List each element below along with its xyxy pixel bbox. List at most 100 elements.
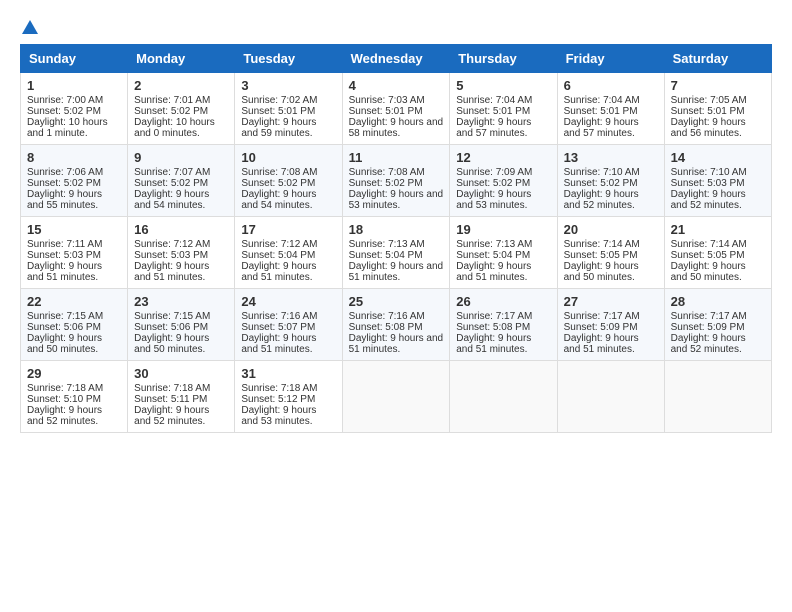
daylight: Daylight: 9 hours and 51 minutes. [456,333,531,355]
sunset: Sunset: 5:02 PM [134,106,208,117]
day-number: 8 [27,150,121,165]
sunset: Sunset: 5:01 PM [349,106,423,117]
sunset: Sunset: 5:02 PM [27,106,101,117]
day-number: 3 [241,78,335,93]
sunrise: Sunrise: 7:17 AM [564,311,640,322]
daylight: Daylight: 9 hours and 53 minutes. [349,189,444,211]
calendar-cell: 16Sunrise: 7:12 AMSunset: 5:03 PMDayligh… [128,217,235,289]
daylight: Daylight: 9 hours and 52 minutes. [134,405,209,427]
logo [20,20,38,34]
day-number: 2 [134,78,228,93]
sunrise: Sunrise: 7:15 AM [134,311,210,322]
sunrise: Sunrise: 7:07 AM [134,167,210,178]
sunset: Sunset: 5:10 PM [27,394,101,405]
day-number: 4 [349,78,444,93]
calendar-cell: 1 Sunrise: 7:00 AMSunset: 5:02 PMDaylight… [21,73,128,145]
daylight: Daylight: 9 hours and 51 minutes. [27,261,102,283]
sunset: Sunset: 5:02 PM [241,178,315,189]
calendar-cell: 30Sunrise: 7:18 AMSunset: 5:11 PMDayligh… [128,361,235,433]
calendar-cell: 7Sunrise: 7:05 AMSunset: 5:01 PMDaylight… [664,73,771,145]
calendar-cell [342,361,450,433]
day-number: 13 [564,150,658,165]
sunrise: Sunrise: 7:13 AM [456,239,532,250]
day-number: 17 [241,222,335,237]
sunset: Sunset: 5:01 PM [671,106,745,117]
day-number: 10 [241,150,335,165]
sunrise: Sunrise: 7:17 AM [456,311,532,322]
calendar-cell [664,361,771,433]
sunrise: Sunrise: 7:03 AM [349,95,425,106]
calendar-cell: 20Sunrise: 7:14 AMSunset: 5:05 PMDayligh… [557,217,664,289]
week-row-3: 15Sunrise: 7:11 AMSunset: 5:03 PMDayligh… [21,217,772,289]
sunset: Sunset: 5:02 PM [564,178,638,189]
calendar-cell: 8Sunrise: 7:06 AMSunset: 5:02 PMDaylight… [21,145,128,217]
sunrise: Sunrise: 7:00 AM [27,95,103,106]
sunset: Sunset: 5:11 PM [134,394,207,405]
day-number: 1 [27,78,121,93]
week-row-5: 29Sunrise: 7:18 AMSunset: 5:10 PMDayligh… [21,361,772,433]
sunrise: Sunrise: 7:10 AM [564,167,640,178]
daylight: Daylight: 10 hours and 0 minutes. [134,117,215,139]
calendar-cell: 13 Sunrise: 7:10 AMSunset: 5:02 PMDayligh… [557,145,664,217]
sunrise: Sunrise: 7:15 AM [27,311,103,322]
day-number: 16 [134,222,228,237]
col-header-wednesday: Wednesday [342,45,450,73]
daylight: Daylight: 9 hours and 54 minutes. [241,189,316,211]
sunrise: Sunrise: 7:10 AM [671,167,747,178]
day-number: 22 [27,294,121,309]
col-header-saturday: Saturday [664,45,771,73]
calendar-cell: 11Sunrise: 7:08 AMSunset: 5:02 PMDayligh… [342,145,450,217]
sunset: Sunset: 5:04 PM [456,250,530,261]
sunset: Sunset: 5:03 PM [671,178,745,189]
day-number: 23 [134,294,228,309]
calendar-cell [450,361,557,433]
sunset: Sunset: 5:02 PM [27,178,101,189]
sunset: Sunset: 5:02 PM [349,178,423,189]
sunrise: Sunrise: 7:11 AM [27,239,102,250]
day-number: 18 [349,222,444,237]
sunrise: Sunrise: 7:01 AM [134,95,210,106]
sunset: Sunset: 5:02 PM [134,178,208,189]
sunrise: Sunrise: 7:12 AM [241,239,317,250]
daylight: Daylight: 9 hours and 50 minutes. [134,333,209,355]
day-number: 9 [134,150,228,165]
sunset: Sunset: 5:03 PM [134,250,208,261]
daylight: Daylight: 9 hours and 51 minutes. [134,261,209,283]
sunset: Sunset: 5:09 PM [671,322,745,333]
daylight: Daylight: 9 hours and 58 minutes. [349,117,444,139]
sunrise: Sunrise: 7:13 AM [349,239,425,250]
sunrise: Sunrise: 7:02 AM [241,95,317,106]
daylight: Daylight: 9 hours and 52 minutes. [27,405,102,427]
day-number: 26 [456,294,550,309]
sunrise: Sunrise: 7:16 AM [349,311,425,322]
calendar-cell: 18Sunrise: 7:13 AMSunset: 5:04 PMDayligh… [342,217,450,289]
calendar-cell: 31Sunrise: 7:18 AMSunset: 5:12 PMDayligh… [235,361,342,433]
sunrise: Sunrise: 7:04 AM [564,95,640,106]
day-number: 11 [349,150,444,165]
logo-triangle-icon [22,20,38,34]
daylight: Daylight: 9 hours and 52 minutes. [564,189,639,211]
calendar-cell: 21Sunrise: 7:14 AMSunset: 5:05 PMDayligh… [664,217,771,289]
sunset: Sunset: 5:06 PM [134,322,208,333]
col-header-sunday: Sunday [21,45,128,73]
day-number: 28 [671,294,765,309]
calendar-cell: 29Sunrise: 7:18 AMSunset: 5:10 PMDayligh… [21,361,128,433]
calendar-cell: 25Sunrise: 7:16 AMSunset: 5:08 PMDayligh… [342,289,450,361]
col-header-thursday: Thursday [450,45,557,73]
sunrise: Sunrise: 7:18 AM [134,383,210,394]
calendar-cell: 26 Sunrise: 7:17 AMSunset: 5:08 PMDayligh… [450,289,557,361]
sunset: Sunset: 5:01 PM [456,106,530,117]
week-row-4: 22Sunrise: 7:15 AMSunset: 5:06 PMDayligh… [21,289,772,361]
daylight: Daylight: 10 hours and 1 minute. [27,117,108,139]
daylight: Daylight: 9 hours and 51 minutes. [241,261,316,283]
week-row-2: 8Sunrise: 7:06 AMSunset: 5:02 PMDaylight… [21,145,772,217]
daylight: Daylight: 9 hours and 57 minutes. [456,117,531,139]
day-number: 24 [241,294,335,309]
day-number: 27 [564,294,658,309]
sunset: Sunset: 5:05 PM [671,250,745,261]
calendar-cell: 9Sunrise: 7:07 AMSunset: 5:02 PMDaylight… [128,145,235,217]
sunset: Sunset: 5:08 PM [456,322,530,333]
sunset: Sunset: 5:01 PM [241,106,315,117]
calendar-cell: 4 Sunrise: 7:03 AMSunset: 5:01 PMDaylight… [342,73,450,145]
calendar-header-row: SundayMondayTuesdayWednesdayThursdayFrid… [21,45,772,73]
